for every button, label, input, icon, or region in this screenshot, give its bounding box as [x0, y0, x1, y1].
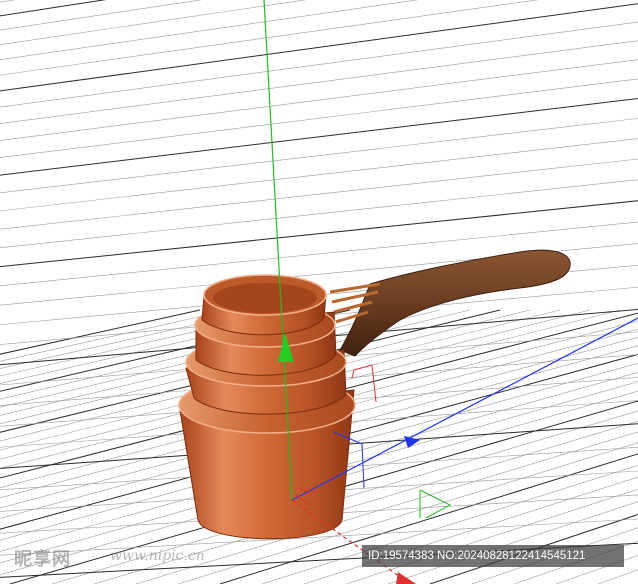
grid-line [0, 0, 203, 31]
grid-line [0, 59, 638, 141]
grid-line [0, 0, 107, 17]
grid-line [0, 138, 638, 212]
image-id-bar: ID:19574383 NO:20240828122414545121 [362, 545, 624, 567]
grid-line [0, 158, 638, 230]
grid-line [0, 118, 638, 194]
z-axis-line [291, 499, 411, 584]
grid-line [0, 3, 638, 92]
3d-viewport[interactable] [0, 0, 638, 584]
x-arrow-icon[interactable] [404, 436, 420, 448]
grid-line [0, 179, 638, 249]
grid-line [0, 98, 638, 176]
watermark-url: www.nipic.cn [110, 548, 205, 564]
grid-line [0, 78, 638, 158]
grid-line [387, 501, 638, 584]
grid-line [0, 0, 539, 76]
z-arrow-icon[interactable] [396, 572, 416, 584]
grid-line [0, 0, 307, 45]
grid-line [0, 21, 638, 108]
grid-line [429, 513, 638, 584]
grid-line [0, 0, 419, 60]
cup-interior [213, 283, 317, 313]
grid-line [93, 420, 638, 584]
watermark-brand: 昵享网 [14, 549, 71, 570]
grid-line [555, 555, 638, 584]
measuring-cups-model[interactable] [178, 249, 571, 540]
